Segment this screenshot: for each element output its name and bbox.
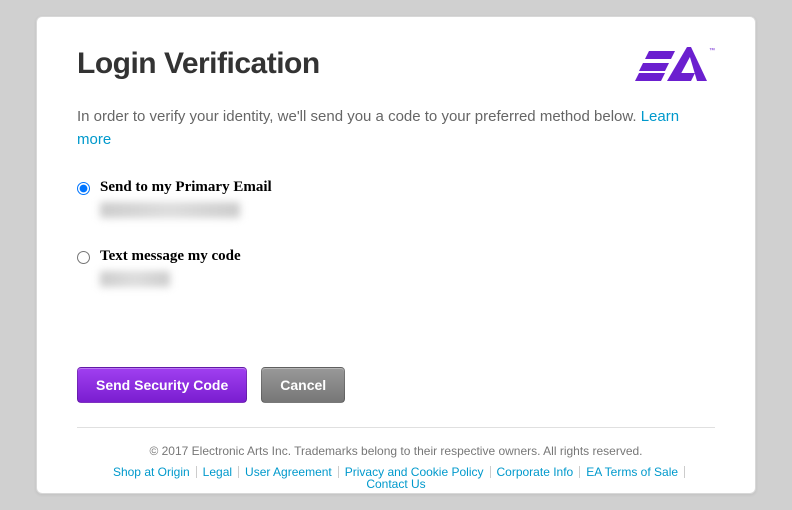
footer-link-corporate[interactable]: Corporate Info — [491, 466, 581, 478]
footer-link-user-agreement[interactable]: User Agreement — [239, 466, 339, 478]
radio-sms[interactable] — [77, 251, 90, 264]
page-title: Login Verification — [77, 47, 320, 81]
option-sms-content: Text message my code — [100, 248, 241, 287]
button-row: Send Security Code Cancel — [77, 367, 715, 403]
footer-link-shop[interactable]: Shop at Origin — [107, 466, 197, 478]
radio-email[interactable] — [77, 182, 90, 195]
cancel-button[interactable]: Cancel — [261, 367, 345, 403]
option-email-label[interactable]: Send to my Primary Email — [100, 179, 272, 196]
option-email-content: Send to my Primary Email — [100, 179, 272, 218]
option-sms: Text message my code — [77, 248, 715, 287]
send-security-code-button[interactable]: Send Security Code — [77, 367, 247, 403]
footer-links: Shop at Origin Legal User Agreement Priv… — [77, 466, 715, 490]
footer: © 2017 Electronic Arts Inc. Trademarks b… — [77, 444, 715, 490]
ea-logo: ™ — [635, 43, 715, 88]
redacted-email — [100, 202, 240, 218]
svg-text:™: ™ — [709, 47, 715, 54]
option-sms-label[interactable]: Text message my code — [100, 248, 241, 265]
header-row: Login Verification ™ — [77, 47, 715, 88]
footer-link-terms[interactable]: EA Terms of Sale — [580, 466, 685, 478]
verification-options: Send to my Primary Email Text message my… — [77, 179, 715, 317]
description-text: In order to verify your identity, we'll … — [77, 106, 715, 151]
footer-divider — [77, 427, 715, 428]
option-email: Send to my Primary Email — [77, 179, 715, 218]
description-span: In order to verify your identity, we'll … — [77, 108, 641, 125]
verification-card: Login Verification ™ In order to verify … — [36, 16, 756, 494]
footer-link-legal[interactable]: Legal — [197, 466, 239, 478]
copyright-text: © 2017 Electronic Arts Inc. Trademarks b… — [77, 444, 715, 458]
redacted-phone — [100, 271, 170, 287]
footer-link-contact[interactable]: Contact Us — [360, 478, 431, 490]
